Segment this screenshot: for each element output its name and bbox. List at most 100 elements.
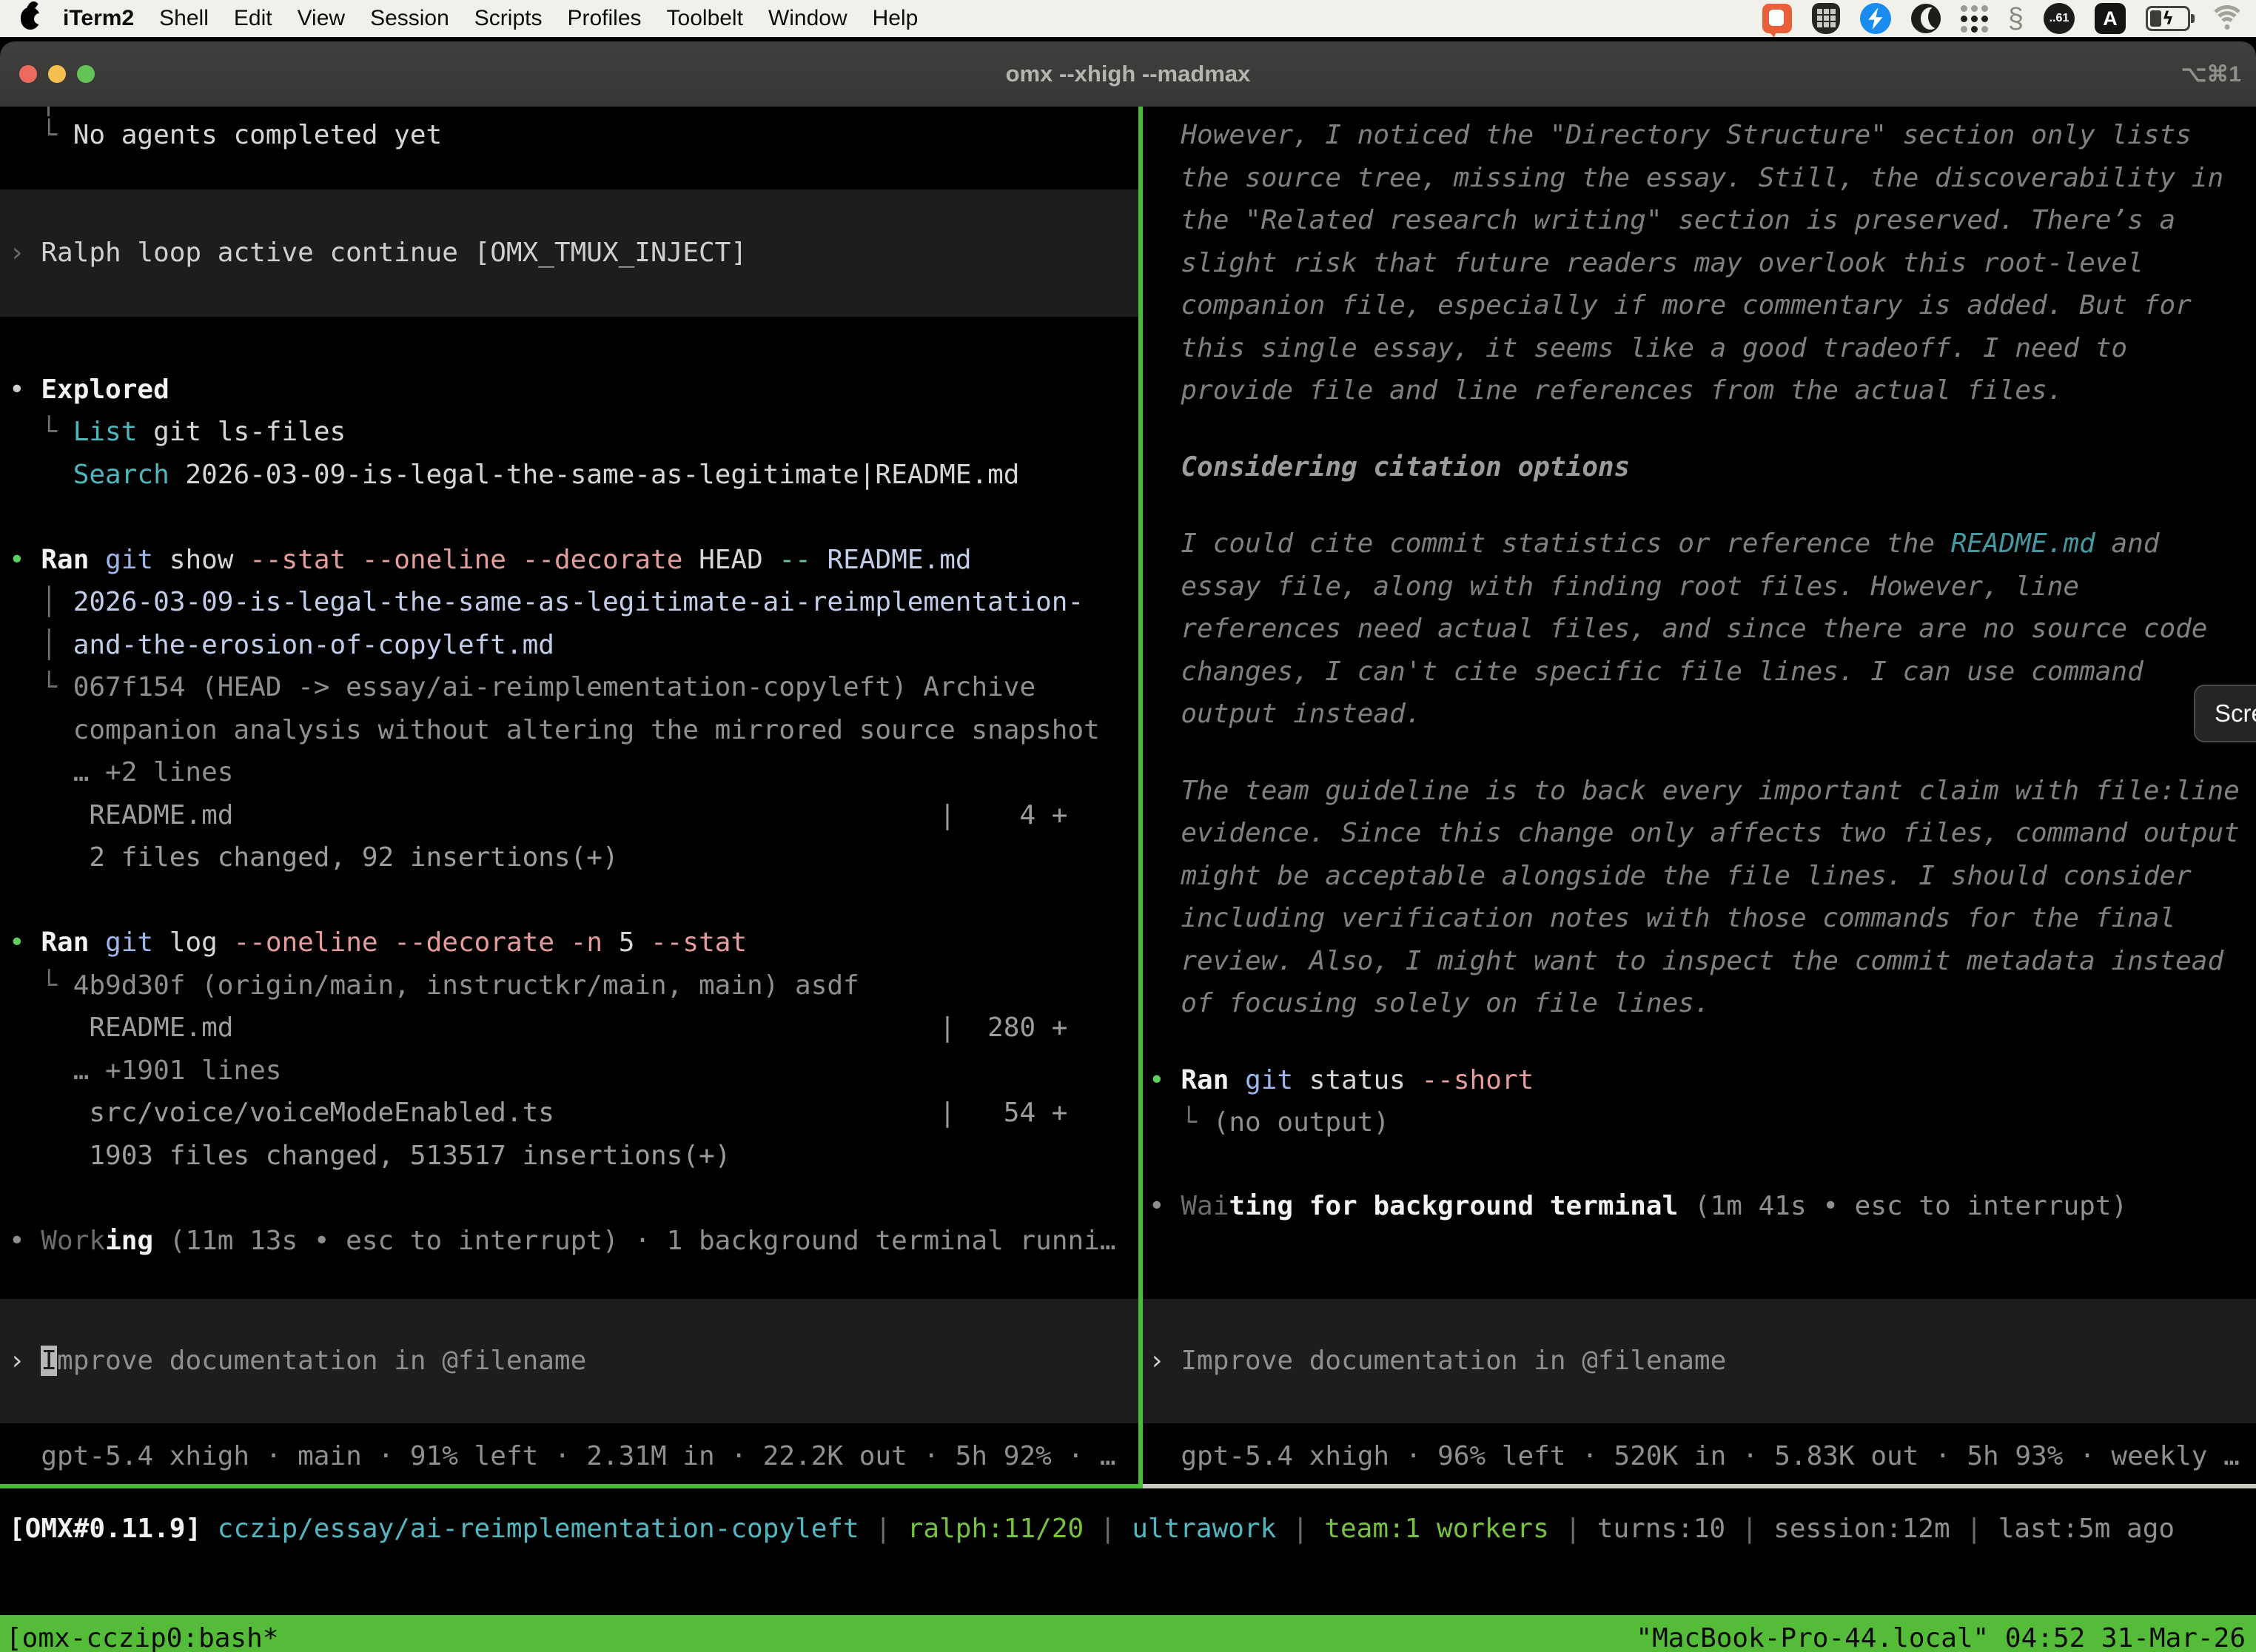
terminal-line: └ No agents completed yet (0, 114, 1138, 157)
menu-item-window[interactable]: Window (756, 6, 860, 31)
ralph-loop-text: › Ralph loop active continue [OMX_TMUX_I… (0, 232, 1138, 275)
keyboard-layout-icon[interactable]: A (2095, 3, 2126, 34)
terminal-line: output instead. (1143, 693, 2256, 736)
messenger-icon[interactable] (1860, 3, 1891, 34)
spacer (1143, 412, 2256, 446)
terminal-line: README.md | 4 + (0, 794, 1138, 837)
agents-status-lines: └ No agents completed yet (0, 114, 1138, 157)
window-titlebar[interactable]: omx --xhigh --madmax ⌥⌘1 (0, 41, 2256, 107)
terminal-line: … +1901 lines (0, 1050, 1138, 1092)
wifi-icon[interactable] (2210, 5, 2244, 32)
tmux-session-label: [omx-cczip0:bash* (6, 1623, 278, 1652)
battery-fill (2150, 10, 2161, 27)
terminal-line: Search 2026-03-09-is-legal-the-same-as-l… (0, 454, 1138, 497)
chat-app-menubar-icon[interactable] (1762, 4, 1792, 33)
tree-connector-fragment (47, 107, 50, 116)
terminal-line (0, 879, 1138, 922)
left-terminal-pane[interactable]: └ No agents completed yet › Ralph loop a… (0, 107, 1138, 1484)
terminal-line: [OMX#0.11.9] cczip/essay/ai-reimplementa… (0, 1508, 2256, 1551)
terminal-line: review. Also, I might want to inspect th… (1143, 940, 2256, 983)
inactive-pane-border (1143, 1484, 2256, 1488)
menu-item-iterm2[interactable]: iTerm2 (50, 6, 147, 31)
left-transcript: • Explored └ List git ls-files Search 20… (0, 369, 1138, 1263)
terminal-line: • Ran git log --oneline --decorate -n 5 … (0, 921, 1138, 964)
menu-item-profiles[interactable]: Profiles (554, 6, 654, 31)
menu-item-view[interactable]: View (285, 6, 357, 31)
terminal-line: └ 4b9d30f (origin/main, instructkr/main,… (0, 964, 1138, 1007)
terminal-line: README.md | 280 + (0, 1007, 1138, 1050)
prompt-input-right-text: › Improve documentation in @filename (1143, 1340, 2256, 1383)
terminal-line: src/voice/voiceModeEnabled.ts | 54 + (0, 1092, 1138, 1135)
tmux-status-bar[interactable]: [omx-cczip0:bash* "MacBook-Pro-44.local"… (0, 1615, 2256, 1652)
pie-chart-icon[interactable] (1911, 4, 1941, 33)
spacer (1143, 1144, 2256, 1185)
terminal-line: • Working (11m 13s • esc to interrupt) ·… (0, 1220, 1138, 1263)
active-pane-border (0, 1484, 1143, 1488)
window-title: omx --xhigh --madmax (0, 41, 2256, 107)
usage-badge-icon[interactable]: ..61 (2044, 3, 2075, 34)
terminal-line: › Improve documentation in @filename (1143, 1340, 2256, 1383)
menu-item-shell[interactable]: Shell (147, 6, 221, 31)
terminal-line: │ 2026-03-09-is-legal-the-same-as-legiti… (0, 581, 1138, 624)
battery-icon[interactable]: ϟ (2146, 6, 2190, 31)
terminal-line: │ and-the-erosion-of-copyleft.md (0, 624, 1138, 667)
menu-item-toolbelt[interactable]: Toolbelt (654, 6, 756, 31)
spacer (1143, 1025, 2256, 1059)
terminal-line: references need actual files, and since … (1143, 608, 2256, 651)
terminal-line: › Improve documentation in @filename (0, 1340, 1138, 1383)
terminal-line: slight risk that future readers may over… (1143, 242, 2256, 285)
omx-status-line: [OMX#0.11.9] cczip/essay/ai-reimplementa… (0, 1508, 2256, 1551)
menu-item-help[interactable]: Help (860, 6, 931, 31)
menu-bar: iTerm2ShellEditViewSessionScriptsProfile… (0, 0, 2256, 37)
right-model-statusline: gpt-5.4 xhigh · 96% left · 520K in · 5.8… (1143, 1435, 2256, 1478)
left-model-statusline: gpt-5.4 xhigh · main · 91% left · 2.31M … (0, 1435, 1138, 1478)
terminal-line: └ (no output) (1143, 1101, 2256, 1144)
menu-item-scripts[interactable]: Scripts (462, 6, 555, 31)
terminal-line: gpt-5.4 xhigh · 96% left · 520K in · 5.8… (1143, 1435, 2256, 1478)
prompt-input-left-text: › Improve documentation in @filename (0, 1340, 1138, 1383)
apple-menu-icon[interactable] (21, 7, 40, 30)
app-menus: iTerm2ShellEditViewSessionScriptsProfile… (50, 6, 930, 31)
terminal-line: companion analysis without altering the … (0, 709, 1138, 752)
terminal-line: However, I noticed the "Directory Struct… (1143, 114, 2256, 157)
omx-status-bar: [OMX#0.11.9] cczip/essay/ai-reimplementa… (0, 1508, 2256, 1615)
terminal-line: … +2 lines (0, 751, 1138, 794)
iterm-window: omx --xhigh --madmax ⌥⌘1 └ No agents com… (0, 41, 2256, 1652)
spacer (1143, 488, 2256, 523)
terminal-panes: └ No agents completed yet › Ralph loop a… (0, 107, 2256, 1484)
menu-item-session[interactable]: Session (357, 6, 462, 31)
window-shortcut-badge: ⌥⌘1 (2181, 41, 2241, 107)
menu-item-edit[interactable]: Edit (221, 6, 285, 31)
battery-charging-bolt: ϟ (2162, 8, 2174, 29)
right-transcript: However, I noticed the "Directory Struct… (1143, 114, 2256, 1227)
shield-grid-icon[interactable] (1812, 3, 1840, 34)
terminal-line: might be acceptable alongside the file l… (1143, 855, 2256, 898)
pane-bottom-border (0, 1484, 2256, 1488)
terminal-line: changes, I can't cite specific file line… (1143, 651, 2256, 694)
terminal-line: provide file and line references from th… (1143, 369, 2256, 412)
prompt-input-right[interactable]: › Improve documentation in @filename (1143, 1299, 2256, 1423)
terminal-line: evidence. Since this change only affects… (1143, 812, 2256, 855)
squiggle-icon[interactable]: § (2008, 3, 2024, 34)
terminal-line: The team guideline is to back every impo… (1143, 770, 2256, 813)
right-terminal-pane[interactable]: However, I noticed the "Directory Struct… (1143, 107, 2256, 1484)
terminal-line: 1903 files changed, 513517 insertions(+) (0, 1135, 1138, 1178)
terminal-line: gpt-5.4 xhigh · main · 91% left · 2.31M … (0, 1435, 1138, 1478)
dots-grid-icon[interactable] (1961, 5, 1988, 33)
terminal-line: this single essay, it seems like a good … (1143, 327, 2256, 370)
menubar-status-icons: § ..61 A ϟ (1762, 3, 2244, 34)
terminal-line: including verification notes with those … (1143, 897, 2256, 940)
ralph-loop-banner: › Ralph loop active continue [OMX_TMUX_I… (0, 189, 1138, 317)
terminal-line: Considering citation options (1143, 446, 2256, 489)
screen-tooltip: Scre (2194, 685, 2256, 742)
prompt-input-left[interactable]: › Improve documentation in @filename (0, 1299, 1138, 1423)
terminal-line (0, 1177, 1138, 1220)
terminal-line: • Waiting for background terminal (1m 41… (1143, 1185, 2256, 1228)
terminal-line: └ List git ls-files (0, 411, 1138, 454)
tmux-host-clock: "MacBook-Pro-44.local" 04:52 31-Mar-26 (1636, 1623, 2246, 1652)
spacer (1143, 736, 2256, 770)
terminal-line: companion file, especially if more comme… (1143, 284, 2256, 327)
terminal-line: • Explored (0, 369, 1138, 412)
terminal-line (0, 496, 1138, 539)
terminal-line: I could cite commit statistics or refere… (1143, 523, 2256, 565)
